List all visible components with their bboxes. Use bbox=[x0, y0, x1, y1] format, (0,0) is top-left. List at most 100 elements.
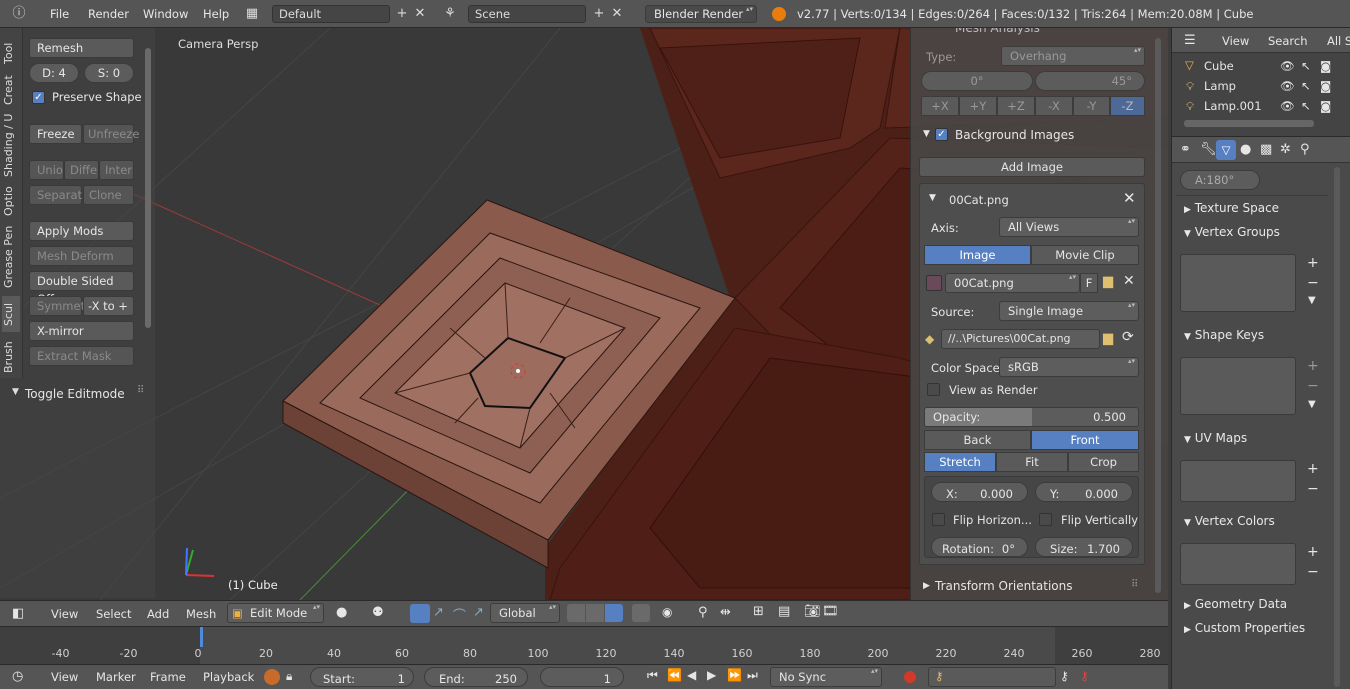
transform-orient-expand-icon[interactable]: ▶ bbox=[923, 581, 930, 591]
tab-tool[interactable]: Tool bbox=[2, 36, 20, 70]
outliner-hscrollbar[interactable] bbox=[1184, 120, 1314, 127]
transform-orientation-dropdown[interactable]: Global bbox=[490, 603, 560, 623]
size-field[interactable]: Size: 1.700 bbox=[1035, 537, 1133, 557]
add-scene-icon[interactable]: + bbox=[592, 7, 606, 21]
image-file-field[interactable]: 00Cat.png bbox=[945, 273, 1080, 293]
preview-range-icon[interactable] bbox=[264, 669, 280, 685]
max-angle-field[interactable]: 45° bbox=[1035, 71, 1145, 91]
properties-scrollbar[interactable] bbox=[1155, 38, 1161, 593]
auto-smooth-angle-field[interactable]: A:180° bbox=[1180, 170, 1260, 190]
sync-dropdown[interactable]: No Sync bbox=[770, 667, 882, 687]
pivot-point-icon[interactable]: ⚉ bbox=[372, 605, 384, 620]
vertex-colors-panel[interactable]: ▼ Vertex Colors bbox=[1176, 510, 1326, 532]
outliner-search-menu[interactable]: Search bbox=[1268, 34, 1308, 48]
axis-plus-x-button[interactable]: +X bbox=[921, 96, 959, 116]
tab-sculpt[interactable]: Scul bbox=[2, 296, 20, 332]
tab-brush[interactable]: Brush bbox=[2, 338, 20, 376]
marker-menu[interactable]: Marker bbox=[96, 670, 136, 684]
record-icon[interactable] bbox=[904, 671, 916, 683]
toggle-editmode-panel[interactable]: Toggle Editmode bbox=[25, 387, 125, 401]
apply-mods-button[interactable]: Apply Mods bbox=[29, 221, 134, 241]
timeline-editor-icon[interactable]: ◷ bbox=[12, 669, 23, 684]
remove-image-icon[interactable]: ✕ bbox=[1123, 189, 1136, 207]
selectable-arrow-icon[interactable]: ↖ bbox=[1301, 59, 1311, 73]
tab-shading-uvs[interactable]: Shading / U bbox=[2, 112, 20, 178]
menu-window[interactable]: Window bbox=[143, 7, 188, 21]
menu-file[interactable]: File bbox=[50, 7, 69, 21]
axis-minus-z-button[interactable]: -Z bbox=[1110, 96, 1145, 116]
symmetry-direction-dropdown[interactable]: -X to + bbox=[83, 296, 134, 316]
collapse-triangle-icon[interactable]: ▼ bbox=[12, 387, 19, 397]
geometry-data-panel[interactable]: ▶ Geometry Data bbox=[1176, 593, 1326, 615]
flip-horizontal-checkbox[interactable] bbox=[932, 513, 945, 526]
shape-key-specials-icon[interactable]: ▼ bbox=[1308, 399, 1316, 410]
union-button[interactable]: Unio bbox=[29, 160, 64, 180]
extract-mask-button[interactable]: Extract Mask bbox=[29, 346, 134, 366]
remove-layout-icon[interactable]: ✕ bbox=[413, 7, 427, 21]
translate-manipulator-icon[interactable]: ↗ bbox=[433, 605, 444, 620]
select-menu[interactable]: Select bbox=[96, 607, 131, 621]
movie-clip-tab-button[interactable]: Movie Clip bbox=[1031, 245, 1139, 265]
x-mirror-button[interactable]: X-mirror bbox=[29, 321, 134, 341]
analysis-type-dropdown[interactable]: Overhang bbox=[1001, 46, 1145, 66]
modifier-wrench-icon[interactable]: 🔧︎ bbox=[1200, 142, 1217, 157]
jump-end-icon[interactable]: ⏭ bbox=[747, 668, 758, 683]
front-button[interactable]: Front bbox=[1031, 430, 1139, 450]
mesh-deform-button[interactable]: Mesh Deform bbox=[29, 246, 134, 266]
texture-icon[interactable]: ▩ bbox=[1260, 142, 1272, 157]
offset-y-field[interactable]: Y: 0.000 bbox=[1035, 482, 1133, 502]
remove-uv-map-icon[interactable]: − bbox=[1307, 481, 1319, 497]
remesh-depth-field[interactable]: D: 4 bbox=[29, 63, 79, 83]
menu-help[interactable]: Help bbox=[203, 7, 229, 21]
current-frame-field[interactable]: 1 bbox=[540, 667, 624, 687]
3d-view-editor-icon[interactable]: ◧ bbox=[12, 606, 24, 621]
renderable-camera-icon[interactable]: ◙ bbox=[1320, 79, 1331, 93]
vertex-colors-list[interactable] bbox=[1180, 543, 1296, 585]
edge-select-icon[interactable] bbox=[586, 604, 604, 622]
stretch-button[interactable]: Stretch bbox=[924, 452, 996, 472]
uv-maps-list[interactable] bbox=[1180, 460, 1296, 502]
snap-target-icon[interactable]: ⊞ bbox=[753, 604, 764, 619]
vertex-group-specials-icon[interactable]: ▼ bbox=[1308, 295, 1316, 306]
back-button[interactable]: Back bbox=[924, 430, 1031, 450]
vertex-groups-panel[interactable]: ▼ Vertex Groups bbox=[1176, 221, 1326, 243]
jump-keyframe-back-icon[interactable]: ⏪ bbox=[667, 668, 682, 682]
remove-shape-key-icon[interactable]: − bbox=[1307, 378, 1319, 394]
remesh-smooth-field[interactable]: S: 0 bbox=[84, 63, 134, 83]
axis-minus-x-button[interactable]: -X bbox=[1035, 96, 1073, 116]
opacity-slider[interactable]: Opacity: 0.500 bbox=[924, 407, 1139, 427]
source-dropdown[interactable]: Single Image bbox=[999, 301, 1139, 321]
material-icon[interactable]: ● bbox=[1240, 142, 1251, 157]
add-layout-icon[interactable]: + bbox=[395, 7, 409, 21]
axis-plus-y-button[interactable]: +Y bbox=[959, 96, 997, 116]
particles-icon[interactable]: ✲ bbox=[1280, 142, 1291, 157]
selectable-arrow-icon[interactable]: ↖ bbox=[1301, 79, 1311, 93]
remesh-button[interactable]: Remesh bbox=[29, 38, 134, 58]
add-vertex-color-icon[interactable]: + bbox=[1307, 544, 1319, 560]
rotate-manipulator-icon[interactable]: ⌒ bbox=[453, 605, 466, 624]
tool-shelf-scrollbar[interactable] bbox=[145, 48, 151, 328]
unlink-image-icon[interactable]: ✕ bbox=[1123, 273, 1135, 289]
visibility-eye-icon[interactable]: 👁︎ bbox=[1280, 99, 1295, 113]
screen-layout-field[interactable]: Default bbox=[272, 5, 390, 23]
menu-render[interactable]: Render bbox=[88, 7, 129, 21]
custom-properties-panel[interactable]: ▶ Custom Properties bbox=[1176, 617, 1326, 639]
play-reverse-icon[interactable]: ◀ bbox=[687, 668, 696, 682]
outliner-editor-icon[interactable]: ☰ bbox=[1184, 33, 1196, 48]
properties-editor-scrollbar[interactable] bbox=[1334, 167, 1340, 687]
bg-images-header[interactable]: Background Images bbox=[955, 128, 1074, 142]
add-image-button[interactable]: Add Image bbox=[919, 157, 1145, 177]
add-vertex-group-icon[interactable]: + bbox=[1307, 255, 1319, 271]
render-still-icon[interactable]: 📷︎ bbox=[804, 604, 821, 619]
scene-field[interactable]: Scene bbox=[468, 5, 586, 23]
axis-minus-y-button[interactable]: -Y bbox=[1073, 96, 1110, 116]
flip-vertical-checkbox[interactable] bbox=[1039, 513, 1052, 526]
intersect-button[interactable]: Inter bbox=[99, 160, 134, 180]
info-editor-icon[interactable]: ⓘ bbox=[12, 7, 26, 21]
scene-icon[interactable]: ⚘ bbox=[443, 7, 457, 21]
screen-layout-icon[interactable]: ▦ bbox=[245, 7, 259, 21]
drag-handle-icon[interactable]: ⠿ bbox=[1131, 579, 1138, 590]
face-select-icon[interactable] bbox=[605, 604, 623, 622]
crop-button[interactable]: Crop bbox=[1068, 452, 1139, 472]
bg-images-collapse-icon[interactable]: ▼ bbox=[923, 129, 930, 139]
